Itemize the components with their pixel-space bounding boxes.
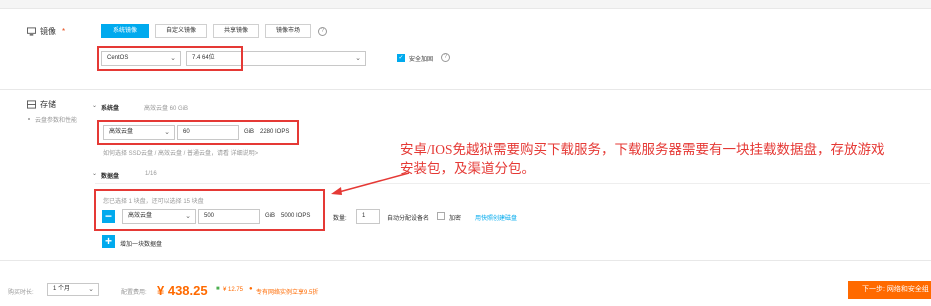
promo-icon: ●: [249, 286, 253, 292]
image-section-label: 镜像 *: [27, 26, 65, 37]
highlight-box-data-disk: [94, 189, 325, 231]
price-label: 配置费用:: [121, 290, 147, 296]
tab-system-image[interactable]: 系统镜像: [101, 24, 149, 38]
footer-divider: [0, 260, 931, 261]
snapshot-link[interactable]: 用快照创建磁盘: [475, 213, 517, 222]
top-strip: [0, 0, 931, 9]
duration-value: 1 个月: [53, 286, 71, 292]
security-checkbox[interactable]: ✓: [397, 54, 405, 62]
tab-shared-image[interactable]: 共享镜像: [213, 24, 259, 38]
storage-icon: [27, 100, 36, 109]
encrypt-checkbox[interactable]: [437, 212, 445, 220]
annotation-line-2: 安装包，及渠道分包。: [400, 161, 535, 176]
quantity-label: 数量:: [333, 216, 347, 222]
discount-icon: ■: [216, 286, 220, 292]
price-value: ¥ 438.25: [157, 283, 208, 298]
extra-price: ¥ 12.75: [223, 287, 244, 293]
tab-image-market[interactable]: 镜像市场: [265, 24, 311, 38]
add-disk-label[interactable]: 增加一块数据盘: [120, 239, 162, 248]
required-mark: *: [62, 27, 66, 36]
storage-label: 存储: [40, 100, 56, 109]
bullet: [28, 118, 30, 120]
highlight-box-os: [97, 46, 243, 71]
chevron-down-icon: ⌄: [355, 55, 361, 62]
system-disk-desc: 高效云盘 60 GiB: [144, 106, 189, 112]
storage-hint: 云盘参数和性能: [35, 118, 78, 124]
tab-custom-image[interactable]: 自定义镜像: [155, 24, 207, 38]
security-label: 安全加固: [409, 57, 434, 63]
duration-select[interactable]: 1 个月 ⌄: [47, 283, 99, 296]
collapse-icon[interactable]: ⌄: [92, 102, 97, 109]
duration-label: 购买时长:: [8, 290, 34, 296]
help-icon[interactable]: ?: [318, 27, 327, 36]
encrypt-label: 加密: [449, 216, 462, 222]
system-disk-title: 系统盘: [101, 106, 120, 112]
highlight-box-system-disk: [97, 120, 299, 145]
annotation-line-1: 安卓/IOS免越狱需要购买下载服务，下载服务器需要有一块挂载数据盘，存放游戏: [400, 142, 885, 157]
image-label: 镜像: [40, 27, 56, 36]
image-icon: [27, 27, 36, 36]
promo-text: 专有网络实例立享9.5折: [256, 290, 319, 296]
annotation-arrow: [331, 172, 410, 195]
storage-section-label: 存储: [27, 99, 56, 110]
section-divider: [0, 89, 931, 90]
add-disk-button[interactable]: +: [102, 235, 115, 248]
data-disk-count: 1/16: [145, 171, 157, 177]
chevron-down-icon: ⌄: [88, 286, 94, 293]
next-button[interactable]: 下一步: 网络和安全组: [848, 281, 931, 299]
help-icon[interactable]: ?: [441, 53, 450, 62]
system-disk-note: 如何选择 SSD云盘 / 高效云盘 / 普通云盘，请看 详细说明>: [103, 151, 259, 157]
data-disk-title: 数据盘: [101, 174, 120, 180]
sub-divider: [95, 183, 930, 184]
quantity-input[interactable]: 1: [356, 209, 380, 224]
collapse-icon[interactable]: ⌄: [92, 170, 97, 177]
auto-assign-label: 自动分配设备名: [387, 216, 430, 222]
